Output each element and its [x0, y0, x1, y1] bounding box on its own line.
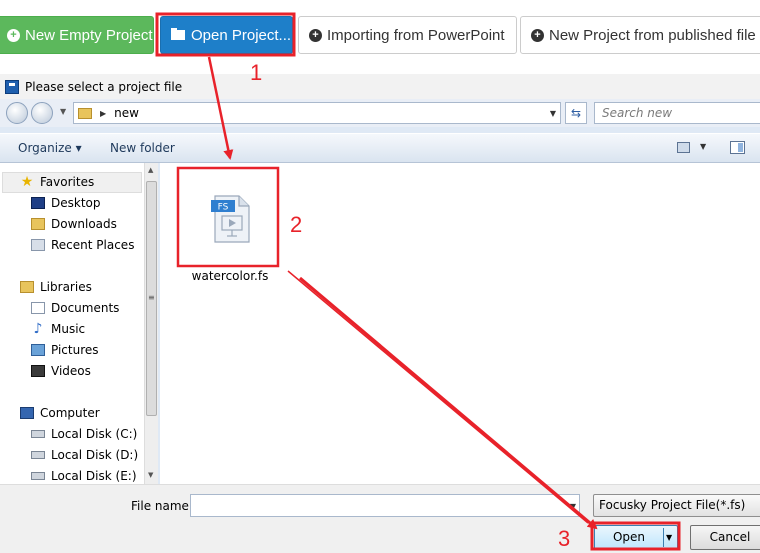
folder-open-icon: [171, 28, 185, 40]
nav-label: Libraries: [40, 280, 92, 294]
nav-item-disk-e[interactable]: Local Disk (E:): [31, 469, 137, 483]
fs-file-icon[interactable]: FS: [209, 194, 251, 244]
nav-label: Documents: [51, 301, 120, 315]
navigation-pane: ★ Favorites Desktop Downloads Recent Pla…: [0, 163, 158, 484]
preview-pane-icon[interactable]: [730, 141, 745, 154]
open-button[interactable]: Open ▼: [594, 525, 678, 550]
disk-icon: [31, 472, 45, 480]
file-name-dropdown-icon[interactable]: ▼: [570, 502, 576, 511]
plus-icon: +: [309, 28, 322, 42]
screen: + New Empty Project Open Project... + Im…: [0, 0, 760, 553]
file-name-input[interactable]: ▼: [190, 494, 580, 517]
dialog-titlebar: Please select a project file: [0, 74, 760, 99]
downloads-icon: [31, 218, 45, 230]
view-dropdown-icon[interactable]: ▼: [700, 142, 706, 151]
open-button-label: Open: [612, 530, 646, 544]
open-dropdown-icon[interactable]: ▼: [666, 533, 672, 542]
import-powerpoint-button[interactable]: + Importing from PowerPoint: [298, 16, 517, 54]
folder-icon: [78, 107, 92, 119]
open-file-dialog: Please select a project file ▼ ▶ new ▼ ⇆…: [0, 74, 760, 553]
address-path: new: [114, 106, 139, 120]
command-bar: Organize ▾ New folder ▼: [0, 133, 760, 163]
nav-label: Local Disk (C:): [51, 427, 138, 441]
music-note-icon: ♪: [33, 321, 43, 337]
plus-icon: +: [531, 28, 544, 42]
nav-label: Computer: [40, 406, 100, 420]
file-type-select[interactable]: Focusky Project File(*.fs): [593, 494, 760, 517]
scroll-up-icon[interactable]: ▲: [148, 166, 153, 174]
refresh-button[interactable]: ⇆: [565, 102, 587, 124]
new-empty-project-button[interactable]: + New Empty Project: [0, 16, 154, 54]
step-1-label: 1: [250, 60, 263, 85]
disk-icon: [31, 451, 45, 459]
nav-item-documents[interactable]: Documents: [31, 301, 119, 315]
libraries-icon: [20, 281, 34, 293]
pictures-icon: [31, 344, 45, 356]
file-name-label: File name:: [131, 499, 193, 513]
open-project-label: Open Project...: [191, 26, 292, 44]
nav-item-computer[interactable]: Computer: [20, 406, 100, 420]
new-folder-button[interactable]: New folder: [110, 141, 175, 155]
nav-item-recent-places[interactable]: Recent Places: [31, 238, 134, 252]
app-toolbar: + New Empty Project Open Project... + Im…: [0, 0, 760, 68]
videos-icon: [31, 365, 45, 377]
nav-label: Videos: [51, 364, 91, 378]
step-3-label: 3: [558, 526, 571, 551]
nav-item-pictures[interactable]: Pictures: [31, 343, 99, 357]
open-project-button[interactable]: Open Project...: [160, 16, 293, 54]
new-from-published-button[interactable]: + New Project from published file: [520, 16, 760, 54]
view-options-icon[interactable]: [677, 142, 690, 153]
cancel-button[interactable]: Cancel: [690, 525, 760, 550]
nav-item-disk-c[interactable]: Local Disk (C:): [31, 427, 137, 441]
address-row: ▼ ▶ new ▼ ⇆ Search new: [0, 99, 760, 127]
file-list: FS watercolor.fs: [160, 163, 760, 484]
import-powerpoint-label: Importing from PowerPoint: [327, 26, 505, 44]
nav-item-music[interactable]: ♪ Music: [31, 321, 86, 337]
nav-scrollbar[interactable]: ▲ ≡ ▼: [144, 163, 158, 484]
plus-icon: +: [7, 28, 20, 42]
disk-icon: [31, 430, 45, 438]
nav-label: Local Disk (D:): [51, 448, 139, 462]
new-empty-project-label: New Empty Project: [25, 26, 153, 44]
scroll-grip-icon: ≡: [148, 293, 155, 302]
nav-item-libraries[interactable]: Libraries: [20, 280, 92, 294]
dialog-footer: File name: ▼ Focusky Project File(*.fs) …: [0, 484, 760, 553]
search-input[interactable]: Search new: [594, 102, 760, 124]
svg-text:FS: FS: [218, 203, 229, 213]
app-icon: [5, 79, 19, 94]
nav-item-favorites[interactable]: ★ Favorites: [20, 174, 95, 190]
new-from-published-label: New Project from published file: [549, 26, 756, 44]
nav-label: Downloads: [51, 217, 117, 231]
address-dropdown-icon[interactable]: ▼: [550, 109, 556, 118]
nav-item-videos[interactable]: Videos: [31, 364, 91, 378]
dialog-title: Please select a project file: [25, 79, 183, 94]
split-divider: [663, 528, 664, 547]
computer-icon: [20, 407, 34, 419]
breadcrumb-separator-icon[interactable]: ▶: [100, 109, 106, 118]
step-2-label: 2: [290, 212, 303, 237]
documents-icon: [31, 302, 45, 314]
desktop-icon: [31, 197, 45, 209]
file-name[interactable]: watercolor.fs: [190, 269, 270, 283]
nav-label: Favorites: [40, 175, 95, 189]
recent-locations-icon[interactable]: ▼: [60, 107, 66, 116]
recent-places-icon: [31, 239, 45, 251]
address-bar[interactable]: ▶ new ▼: [73, 102, 561, 124]
nav-item-desktop[interactable]: Desktop: [31, 196, 101, 210]
nav-label: Local Disk (E:): [51, 469, 137, 483]
forward-button[interactable]: [31, 102, 53, 124]
organize-button[interactable]: Organize ▾: [18, 141, 82, 155]
scroll-down-icon[interactable]: ▼: [148, 471, 153, 479]
star-icon: ★: [20, 174, 34, 190]
nav-item-disk-d[interactable]: Local Disk (D:): [31, 448, 138, 462]
back-button[interactable]: [6, 102, 28, 124]
nav-label: Music: [51, 322, 86, 336]
nav-item-downloads[interactable]: Downloads: [31, 217, 117, 231]
nav-label: Recent Places: [51, 238, 135, 252]
nav-label: Pictures: [51, 343, 99, 357]
nav-label: Desktop: [51, 196, 101, 210]
